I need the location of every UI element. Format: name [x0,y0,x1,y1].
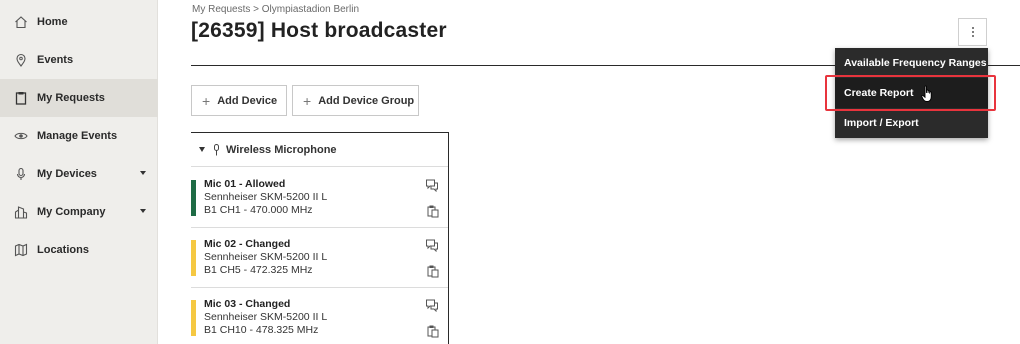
add-device-button[interactable]: + Add Device [191,85,287,116]
comment-icon[interactable] [425,298,439,312]
sidebar-item-label: My Company [37,206,106,218]
device-group-header[interactable]: Wireless Microphone [191,133,448,167]
sidebar-item-my-company[interactable]: My Company [0,193,158,231]
map-icon [14,243,28,257]
status-bar [191,180,196,216]
clipboard-icon[interactable] [426,324,440,338]
add-device-label: Add Device [217,94,278,107]
comment-icon[interactable] [425,238,439,252]
add-device-group-button[interactable]: + Add Device Group [292,85,419,116]
device-group-label: Wireless Microphone [226,143,337,156]
device-name: Mic 01 - Allowed [204,178,286,190]
device-model: Sennheiser SKM-5200 II L [204,191,328,203]
eye-icon [14,129,28,143]
sidebar-item-label: My Requests [37,92,105,104]
list-item[interactable]: Mic 01 - Allowed Sennheiser SKM-5200 II … [191,168,448,228]
sidebar-item-my-devices[interactable]: My Devices [0,155,158,193]
sidebar-item-label: Locations [37,244,89,256]
list-item[interactable]: Mic 02 - Changed Sennheiser SKM-5200 II … [191,228,448,288]
clipboard-icon[interactable] [426,264,440,278]
status-bar [191,300,196,336]
sidebar: Home Events My Requests Manage Events My… [0,0,158,344]
more-options-button[interactable] [958,18,987,46]
list-item[interactable]: Mic 03 - Changed Sennheiser SKM-5200 II … [191,288,448,344]
device-list: Wireless Microphone Mic 01 - Allowed Sen… [191,132,449,344]
plus-icon: + [303,92,312,109]
sidebar-item-home[interactable]: Home [0,3,158,41]
breadcrumb[interactable]: My Requests > Olympiastadion Berlin [192,4,359,15]
sidebar-item-events[interactable]: Events [0,41,158,79]
menu-item-import-export[interactable]: Import / Export [835,108,988,138]
device-name: Mic 03 - Changed [204,298,291,310]
sidebar-item-label: Manage Events [37,130,118,142]
add-device-group-label: Add Device Group [318,94,415,107]
clipboard-icon [14,91,28,105]
building-icon [14,205,28,219]
sidebar-item-label: My Devices [37,168,97,180]
sidebar-item-label: Home [37,16,68,28]
map-pin-icon [14,53,28,67]
chevron-down-icon[interactable] [140,209,146,213]
microphone-icon [14,167,28,181]
chevron-down-icon[interactable] [140,171,146,175]
sidebar-item-my-requests[interactable]: My Requests [0,79,158,117]
menu-item-available-frequency-ranges[interactable]: Available Frequency Ranges [835,48,988,78]
kebab-icon [971,27,974,37]
sidebar-item-manage-events[interactable]: Manage Events [0,117,158,155]
caret-down-icon [199,147,205,152]
sidebar-item-label: Events [37,54,74,66]
status-bar [191,240,196,276]
clipboard-icon[interactable] [426,204,440,218]
device-channel: B1 CH1 - 470.000 MHz [204,204,313,216]
page-title: [26359] Host broadcaster [191,19,447,42]
sidebar-item-locations[interactable]: Locations [0,231,158,269]
home-icon [14,15,28,29]
device-channel: B1 CH5 - 472.325 MHz [204,264,313,276]
comment-icon[interactable] [425,178,439,192]
plus-icon: + [202,92,211,109]
hand-cursor-icon [921,85,932,102]
device-model: Sennheiser SKM-5200 II L [204,251,328,263]
device-name: Mic 02 - Changed [204,238,291,250]
device-channel: B1 CH10 - 478.325 MHz [204,324,319,336]
microphone-icon [212,143,221,156]
highlight-annotation [825,75,996,111]
device-model: Sennheiser SKM-5200 II L [204,311,328,323]
